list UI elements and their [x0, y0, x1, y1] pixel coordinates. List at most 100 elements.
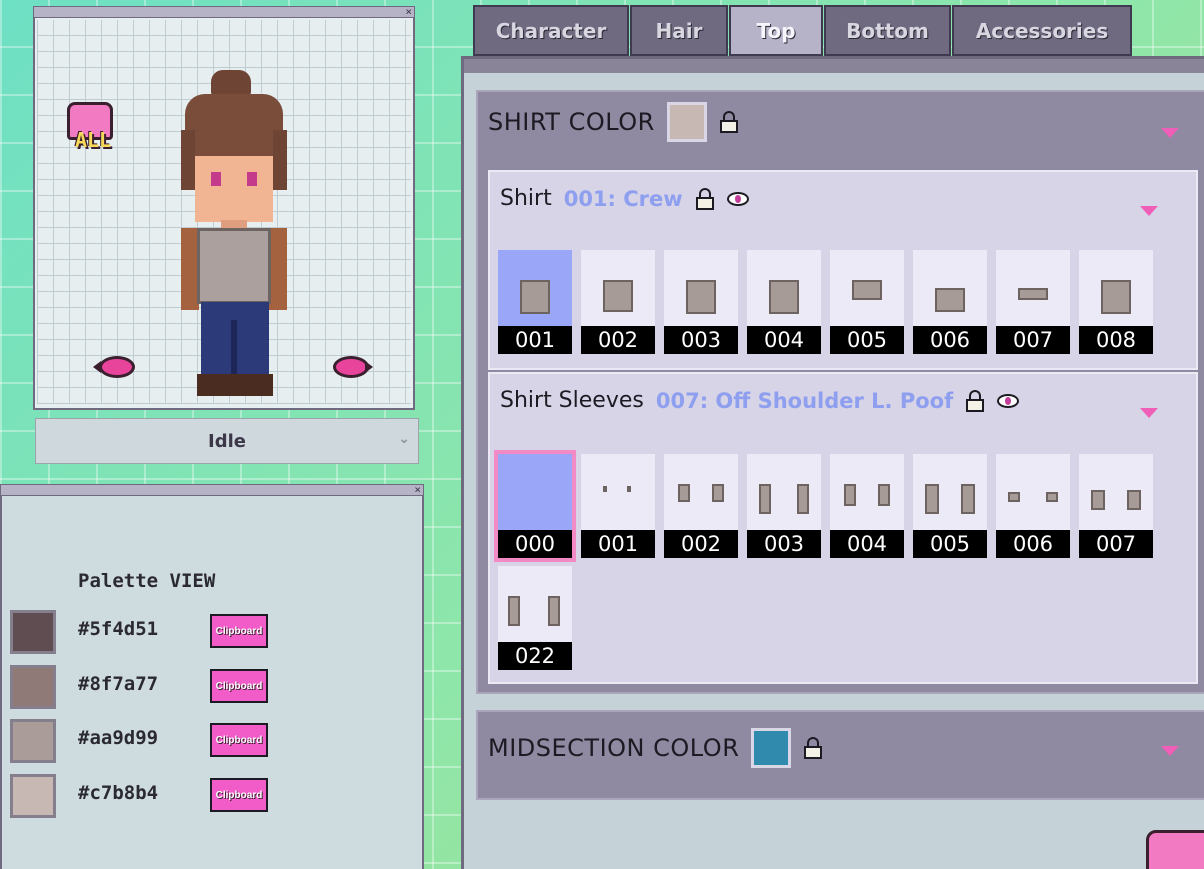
- option-number: 002: [581, 326, 655, 354]
- palette-row: #c7b8b4 Clipboard: [10, 774, 410, 818]
- lock-icon[interactable]: [719, 111, 739, 133]
- option-number: 002: [664, 530, 738, 558]
- sleeve-thumbnail: [627, 486, 631, 492]
- option-number: 003: [664, 326, 738, 354]
- close-icon[interactable]: ×: [405, 5, 412, 18]
- option-number: 007: [996, 326, 1070, 354]
- shirt-option[interactable]: 004: [747, 250, 821, 354]
- copy-to-clipboard-button[interactable]: Clipboard: [210, 778, 268, 812]
- collapse-triangle-icon[interactable]: [1140, 206, 1158, 216]
- sleeve-thumbnail: [1008, 492, 1020, 502]
- close-icon[interactable]: ×: [414, 483, 421, 496]
- shirt-option[interactable]: 007: [996, 250, 1070, 354]
- shirt-option[interactable]: 001: [498, 250, 572, 354]
- palette-hex: #aa9d99: [78, 727, 159, 749]
- option-number: 005: [913, 530, 987, 558]
- lock-icon[interactable]: [803, 737, 823, 759]
- palette-window: × Palette VIEW #5f4d51 Clipboard #8f7a77…: [0, 483, 424, 869]
- option-number: 003: [747, 530, 821, 558]
- sleeve-thumbnail: [961, 484, 975, 514]
- rotate-right-button[interactable]: [327, 352, 373, 382]
- midsection-color-swatch[interactable]: [751, 728, 792, 768]
- collapse-triangle-icon[interactable]: [1140, 408, 1158, 418]
- section-title: MIDSECTION COLOR: [488, 734, 740, 762]
- shirt-color-header: SHIRT COLOR: [488, 92, 739, 152]
- sleeve-option[interactable]: 022: [498, 566, 572, 670]
- sleeve-thumbnail: [1127, 490, 1141, 510]
- sleeve-option[interactable]: 006: [996, 454, 1070, 558]
- shirt-color-swatch[interactable]: [666, 102, 707, 142]
- option-number: 001: [581, 530, 655, 558]
- sleeve-option[interactable]: 001: [581, 454, 655, 558]
- sleeve-thumbnail: [508, 596, 520, 626]
- preview-window-titlebar[interactable]: ×: [33, 5, 415, 18]
- sleeve-option[interactable]: 002: [664, 454, 738, 558]
- subsection-title: Shirt Sleeves: [500, 388, 644, 413]
- randomize-all-label: ALL: [74, 128, 112, 152]
- option-number: 007: [1079, 530, 1153, 558]
- sleeve-option[interactable]: 005: [913, 454, 987, 558]
- shirt-thumbnail: [852, 280, 882, 300]
- palette-hex: #c7b8b4: [78, 782, 159, 804]
- preview-window: × ALL: [33, 5, 415, 410]
- sleeve-option[interactable]: 003: [747, 454, 821, 558]
- shirt-thumbnail: [603, 280, 633, 312]
- lock-icon[interactable]: [965, 389, 985, 412]
- shirt-option[interactable]: 008: [1079, 250, 1153, 354]
- shirt-option[interactable]: 002: [581, 250, 655, 354]
- section-title: SHIRT COLOR: [488, 108, 655, 136]
- sleeve-option[interactable]: 004: [830, 454, 904, 558]
- shirt-thumbnail: [520, 280, 550, 314]
- copy-to-clipboard-button[interactable]: Clipboard: [210, 723, 268, 757]
- sleeve-thumbnail: [678, 484, 690, 502]
- shirt-option[interactable]: 006: [913, 250, 987, 354]
- palette-swatch: [10, 610, 56, 654]
- tab-character[interactable]: Character: [473, 5, 629, 56]
- palette-row: #8f7a77 Clipboard: [10, 665, 410, 709]
- option-number: 022: [498, 642, 572, 670]
- sleeve-thumbnail: [878, 484, 890, 506]
- palette-window-titlebar[interactable]: ×: [0, 483, 424, 496]
- editor-panel-header: [464, 59, 1204, 73]
- arrow-right-icon: [333, 356, 369, 378]
- character-sprite: [181, 70, 293, 400]
- sleeve-option[interactable]: 007: [1079, 454, 1153, 558]
- shirt-thumbnail: [1018, 288, 1048, 300]
- shirt-thumbnail: [1101, 280, 1131, 314]
- visibility-eye-icon[interactable]: [997, 393, 1020, 408]
- shirt-sleeves-header: Shirt Sleeves 007: Off Shoulder L. Poof: [500, 388, 1020, 413]
- shirt-sleeves-subsection: Shirt Sleeves 007: Off Shoulder L. Poof …: [488, 372, 1198, 684]
- dice-icon[interactable]: [1146, 830, 1204, 869]
- sleeve-thumbnail: [759, 484, 771, 514]
- shirt-style-subsection: Shirt 001: Crew 001 002 003 004 005 006 …: [488, 170, 1198, 370]
- palette-hex: #8f7a77: [78, 673, 159, 695]
- chevron-down-icon: ⌄: [398, 431, 410, 447]
- copy-to-clipboard-button[interactable]: Clipboard: [210, 669, 268, 703]
- collapse-triangle-icon[interactable]: [1161, 746, 1179, 756]
- tab-accessories[interactable]: Accessories: [952, 5, 1132, 56]
- sleeve-thumbnail: [548, 596, 560, 626]
- randomize-all-button[interactable]: ALL: [65, 98, 119, 152]
- arrow-left-icon: [99, 356, 135, 378]
- palette-title: Palette VIEW: [78, 570, 216, 592]
- copy-to-clipboard-button[interactable]: Clipboard: [210, 614, 268, 648]
- lock-icon[interactable]: [695, 187, 715, 210]
- tab-hair[interactable]: Hair: [630, 5, 728, 56]
- visibility-eye-icon[interactable]: [726, 191, 749, 206]
- collapse-triangle-icon[interactable]: [1161, 128, 1179, 138]
- palette-row: #aa9d99 Clipboard: [10, 719, 410, 763]
- option-number: 000: [498, 530, 572, 558]
- tab-top[interactable]: Top: [729, 5, 823, 56]
- option-number: 006: [996, 530, 1070, 558]
- rotate-left-button[interactable]: [93, 352, 139, 382]
- midsection-color-header: MIDSECTION COLOR: [488, 718, 823, 778]
- option-number: 005: [830, 326, 904, 354]
- shirt-color-section: SHIRT COLOR Shirt 001: Crew 001 002 003 …: [476, 90, 1204, 694]
- palette-swatch: [10, 719, 56, 763]
- option-number: 004: [747, 326, 821, 354]
- shirt-option[interactable]: 003: [664, 250, 738, 354]
- sleeve-option[interactable]: 000: [494, 450, 576, 562]
- shirt-option[interactable]: 005: [830, 250, 904, 354]
- tab-bottom[interactable]: Bottom: [824, 5, 951, 56]
- animation-select[interactable]: Idle ⌄: [35, 418, 419, 464]
